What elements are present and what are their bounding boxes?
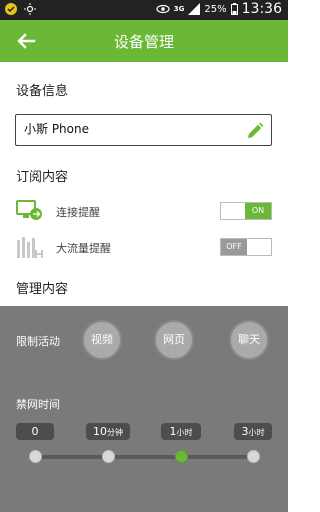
management-heading: 管理内容 — [16, 282, 69, 297]
connection-alert-label: 连接提醒 — [56, 206, 100, 219]
time-unit: 小时 — [248, 428, 265, 437]
status-left — [4, 2, 36, 16]
device-connect-icon — [16, 200, 42, 220]
device-name-field[interactable] — [15, 114, 272, 146]
chat-button[interactable]: 聊天 — [229, 320, 269, 360]
high-traffic-alert-toggle[interactable]: OFF — [220, 238, 272, 256]
block-time-slider-track[interactable] — [36, 455, 254, 459]
web-button[interactable]: 网页 — [154, 320, 194, 360]
slider-stop-3-hours[interactable] — [247, 450, 260, 463]
connection-alert-toggle[interactable]: ON — [220, 202, 272, 220]
time-option-0[interactable]: 0 — [16, 423, 54, 440]
toggle-state-label: ON — [245, 203, 271, 219]
network-type: 3G — [173, 4, 185, 13]
slider-stop-0[interactable] — [29, 450, 42, 463]
device-info-heading: 设备信息 — [16, 84, 69, 99]
high-traffic-alert-label: 大流量提醒 — [56, 242, 111, 255]
restrict-activity-label: 限制活动 — [16, 335, 60, 348]
clock: 13:36 — [241, 1, 282, 17]
page-title: 设备管理 — [113, 33, 174, 51]
slider-stop-1-hour[interactable] — [175, 450, 188, 463]
time-option-10-min[interactable]: 10分钟 — [86, 423, 130, 440]
status-bar: 3G 25% 13:36 — [0, 0, 288, 20]
battery-percent: 25% — [204, 3, 227, 15]
traffic-icon — [17, 237, 43, 258]
time-value: 1 — [169, 425, 177, 438]
signal-icon — [188, 3, 201, 15]
edit-pencil-icon[interactable] — [245, 121, 265, 141]
time-value: 3 — [241, 425, 249, 438]
slider-stop-10-min[interactable] — [102, 450, 115, 463]
time-value: 10 — [93, 425, 107, 438]
app-notification-icon — [5, 3, 17, 15]
eye-icon — [156, 4, 170, 14]
time-option-3-hours[interactable]: 3小时 — [234, 423, 272, 440]
high-traffic-alert-row: 大流量提醒 OFF — [0, 232, 288, 262]
battery-icon — [230, 3, 238, 15]
block-time-label: 禁网时间 — [16, 398, 60, 411]
subscription-heading: 订阅内容 — [16, 170, 69, 185]
time-unit: 分钟 — [107, 428, 123, 437]
app-bar: 设备管理 — [0, 20, 288, 62]
brightness-icon — [24, 3, 36, 15]
video-button[interactable]: 视频 — [82, 320, 122, 360]
time-value: 0 — [31, 425, 39, 438]
time-option-1-hour[interactable]: 1小时 — [161, 423, 201, 440]
connection-alert-row: 连接提醒 ON — [0, 196, 288, 226]
device-name-input[interactable] — [24, 121, 244, 135]
toggle-state-label: OFF — [221, 239, 247, 255]
time-unit: 小时 — [176, 428, 193, 437]
status-right: 3G 25% 13:36 — [156, 1, 282, 17]
